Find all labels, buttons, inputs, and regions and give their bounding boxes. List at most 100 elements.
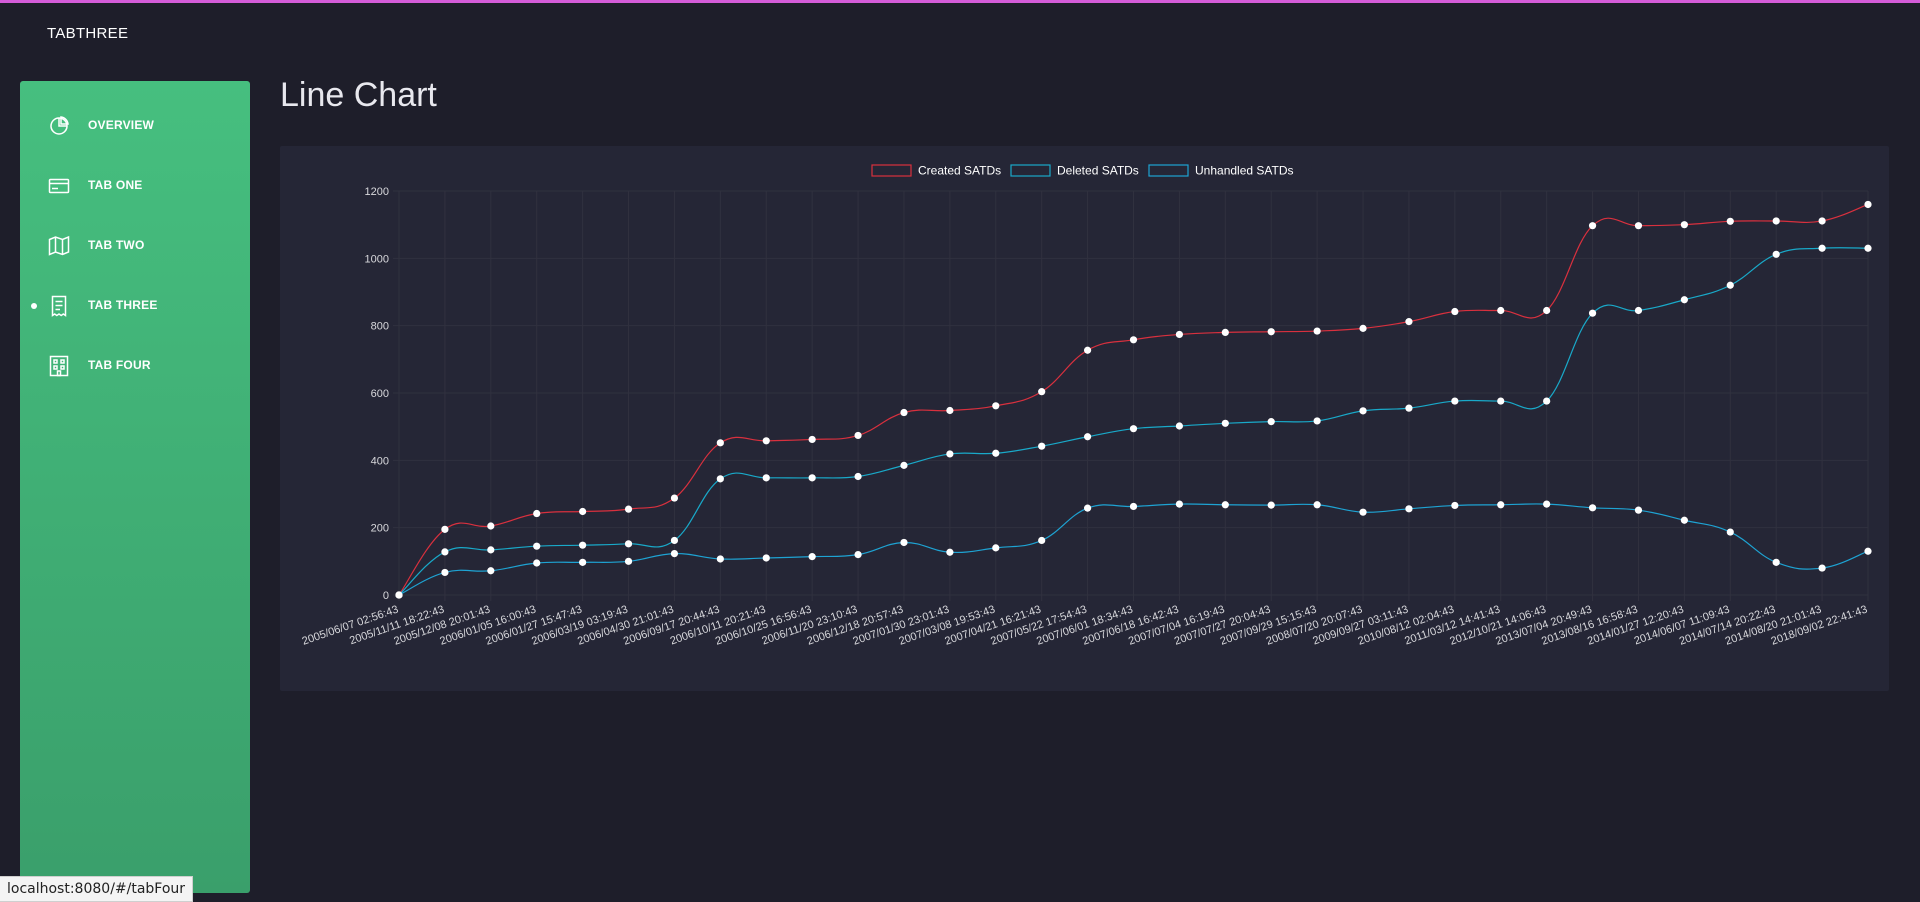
data-point — [1175, 330, 1184, 339]
data-point — [1129, 425, 1138, 433]
data-point — [762, 437, 770, 445]
data-point — [1038, 442, 1046, 450]
data-point — [1634, 306, 1643, 315]
data-point — [1680, 296, 1688, 304]
chart-legend: Created SATDs Deleted SATDs Unhandled SATD… — [871, 164, 1294, 178]
data-point — [487, 567, 495, 575]
data-point — [992, 449, 1000, 457]
sidebar-item-label: TAB ONE — [88, 178, 143, 192]
data-point — [441, 525, 449, 533]
grid-lines — [393, 190, 1869, 601]
data-point — [624, 557, 633, 565]
data-point — [1588, 309, 1597, 317]
data-point — [1818, 564, 1826, 572]
sidebar: OVERVIEW TAB ONE TAB TWO TAB THREE TAB F… — [20, 81, 250, 893]
data-point — [1726, 281, 1734, 289]
sidebar-item-tab-one[interactable]: TAB ONE — [20, 162, 250, 210]
sidebar-item-overview[interactable]: OVERVIEW — [20, 102, 250, 150]
top-accent-line — [0, 0, 1920, 3]
data-point — [1864, 244, 1872, 252]
legend-swatch — [1010, 164, 1051, 177]
legend-swatch — [871, 164, 912, 177]
sidebar-item-label: TAB FOUR — [88, 358, 151, 372]
data-point — [1818, 244, 1826, 252]
y-tick-label: 600 — [371, 388, 389, 400]
data-point — [1818, 217, 1826, 225]
data-point — [1864, 547, 1872, 555]
data-point — [1221, 501, 1229, 509]
data-point — [1405, 404, 1413, 412]
data-point — [946, 548, 954, 556]
data-point — [670, 494, 679, 502]
pie-chart-icon — [48, 115, 70, 137]
building-icon — [48, 355, 70, 377]
data-point — [1083, 346, 1092, 354]
sidebar-item-tab-four[interactable]: TAB FOUR — [20, 342, 250, 390]
data-point — [1451, 307, 1459, 316]
sidebar-item-label: OVERVIEW — [88, 118, 155, 132]
data-point — [1543, 397, 1551, 405]
active-indicator — [31, 303, 37, 309]
data-point — [808, 553, 816, 561]
data-point — [1864, 200, 1872, 209]
data-point — [992, 402, 1000, 410]
data-point — [395, 591, 403, 599]
legend-label: Created SATDs — [918, 164, 1001, 178]
data-point — [1267, 328, 1275, 336]
data-point — [854, 431, 862, 440]
y-tick-label: 400 — [371, 455, 389, 467]
data-point — [533, 542, 541, 550]
legend-swatch — [1148, 164, 1189, 177]
y-tick-label: 1000 — [365, 253, 389, 265]
data-point — [1497, 397, 1505, 405]
data-point — [992, 544, 1000, 552]
data-point — [533, 509, 541, 518]
legend-label: Unhandled SATDs — [1195, 164, 1294, 178]
data-point — [808, 474, 816, 482]
data-point — [1267, 418, 1275, 426]
data-point — [1175, 422, 1184, 430]
data-point — [487, 546, 495, 554]
data-point — [900, 408, 908, 417]
chart-card: 0 200 400 600 800 1000 1200 2005/06/07 02:56:43… — [280, 146, 1889, 691]
data-point — [1359, 508, 1367, 516]
data-point — [533, 559, 541, 567]
data-point — [624, 505, 633, 513]
data-point — [1726, 217, 1734, 225]
data-point — [1221, 419, 1229, 427]
y-tick-label: 800 — [371, 321, 389, 333]
data-point — [1543, 306, 1551, 315]
data-point — [1175, 500, 1184, 508]
data-point — [670, 549, 679, 558]
data-point — [1267, 501, 1275, 509]
data-point — [1451, 397, 1459, 405]
data-point — [1680, 516, 1688, 524]
data-point — [1405, 318, 1413, 326]
data-point — [808, 435, 816, 444]
data-point — [441, 568, 449, 577]
data-point — [487, 522, 495, 530]
data-point — [1129, 502, 1138, 511]
y-tick-label: 1200 — [365, 186, 389, 198]
line-chart: 0200400600800100012002005/06/07 02:56:43… — [301, 164, 1872, 648]
data-point — [624, 540, 633, 548]
sidebar-item-tab-two[interactable]: TAB TWO — [20, 222, 250, 270]
app-brand: TABTHREE — [47, 25, 129, 42]
data-point — [946, 406, 954, 415]
data-point — [1451, 501, 1459, 510]
status-bar-url: localhost:8080/#/tabFour — [0, 876, 194, 902]
sidebar-item-label: TAB THREE — [88, 298, 158, 312]
sidebar-item-tab-three[interactable]: TAB THREE — [20, 282, 250, 330]
data-point — [854, 551, 862, 559]
data-point — [670, 536, 679, 545]
data-point — [1313, 417, 1321, 425]
data-point — [1038, 388, 1046, 396]
data-point — [854, 472, 862, 481]
data-point — [1497, 501, 1505, 509]
data-point — [1772, 217, 1780, 225]
data-point — [1359, 324, 1367, 332]
data-point — [1772, 558, 1780, 566]
data-point — [1726, 528, 1734, 536]
data-point — [1680, 221, 1688, 229]
data-point — [762, 474, 770, 482]
